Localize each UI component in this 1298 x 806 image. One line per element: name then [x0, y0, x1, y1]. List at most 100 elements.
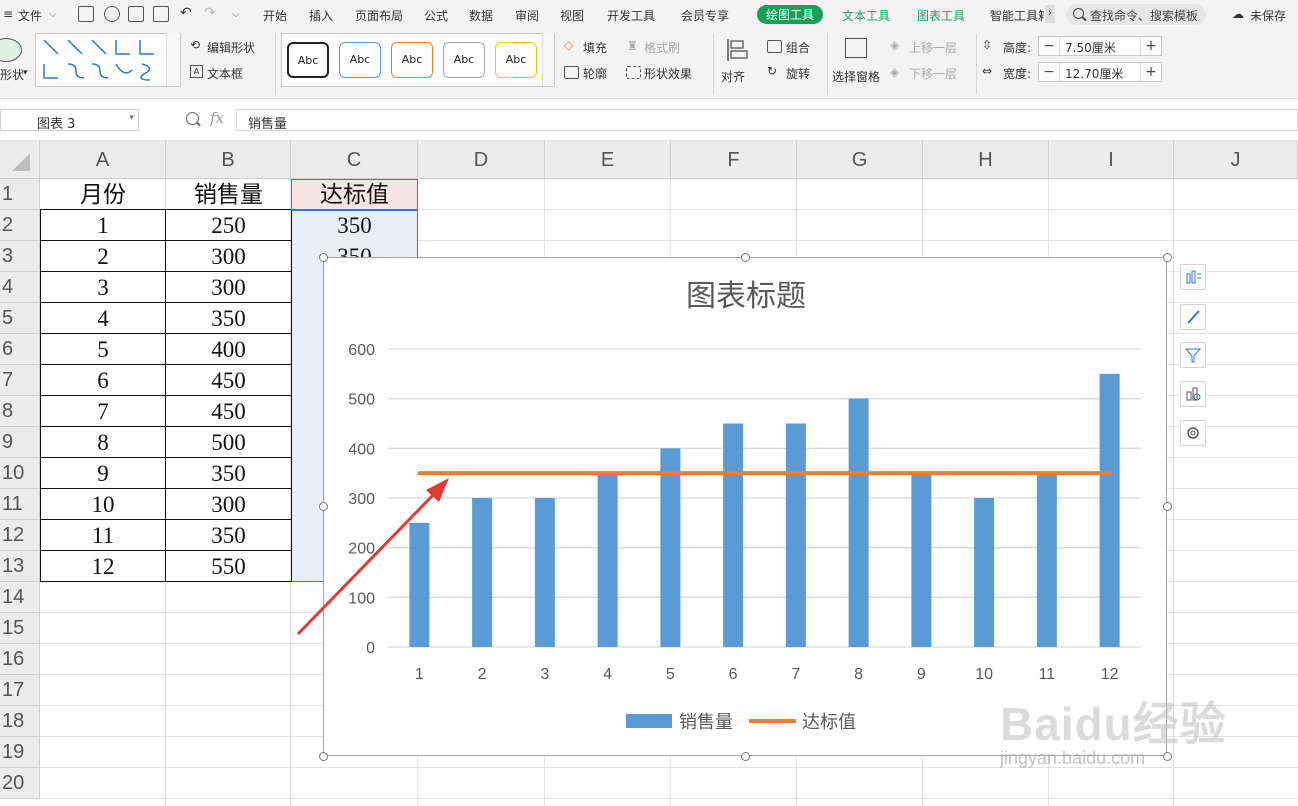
chart-elements-button[interactable]	[1180, 264, 1206, 290]
column-header-F[interactable]: F	[671, 141, 797, 179]
cell[interactable]: 250	[166, 210, 291, 241]
cell[interactable]: 300	[166, 272, 291, 303]
column-header-J[interactable]: J	[1174, 141, 1298, 179]
row-header-20[interactable]: 20	[0, 768, 40, 799]
column-header-I[interactable]: I	[1049, 141, 1174, 179]
rotate-icon[interactable]: ↻	[767, 64, 777, 78]
bar-5[interactable]	[660, 448, 681, 647]
column-header-D[interactable]: D	[418, 141, 545, 179]
cell[interactable]: 2	[40, 241, 166, 272]
cell[interactable]: 450	[166, 396, 291, 427]
cell[interactable]: 350	[166, 520, 291, 551]
name-box[interactable]: 图表 3 ▾	[0, 109, 139, 132]
tab-page-layout[interactable]: 页面布局	[355, 7, 403, 24]
chart-title[interactable]: 图表标题	[686, 279, 806, 314]
bar-10[interactable]	[974, 498, 995, 647]
bar-8[interactable]	[848, 398, 869, 647]
print-preview-icon[interactable]	[153, 6, 169, 22]
row-header-1[interactable]: 1	[0, 179, 40, 210]
row-header-7[interactable]: 7	[0, 365, 40, 396]
selection-pane-icon[interactable]	[845, 38, 867, 58]
column-header-G[interactable]: G	[797, 141, 923, 179]
tab-smart-tools[interactable]: 智能工具箱	[990, 7, 1044, 24]
shape-button-label[interactable]: 形状	[0, 66, 24, 83]
fill-icon[interactable]: ◇	[564, 38, 573, 52]
zoom-icon[interactable]	[186, 112, 199, 125]
column-header-H[interactable]: H	[923, 141, 1049, 179]
command-search[interactable]: 查找命令、搜索模板	[1066, 4, 1206, 25]
group-button[interactable]: 组合	[786, 39, 810, 56]
bar-11[interactable]	[1036, 473, 1057, 647]
cell[interactable]: 450	[166, 365, 291, 396]
combo-chart[interactable]: 图表标题01002003004005006001 2 3 4 5 6 7 8 9 10 11 12销售…	[324, 258, 1168, 757]
bar-6[interactable]	[723, 423, 744, 648]
resize-handle[interactable]	[740, 252, 750, 262]
row-header-17[interactable]: 17	[0, 675, 40, 706]
row-header-6[interactable]: 6	[0, 334, 40, 365]
decrement-icon[interactable]: −	[1039, 37, 1060, 55]
select-all-corner[interactable]	[0, 141, 40, 179]
cell[interactable]: 3	[40, 272, 166, 303]
chart-object[interactable]: 图表标题 0 100 200 300 400 500 600 1 2 3 4 5 6 7 8 9 10 11 12 销售…	[323, 257, 1167, 756]
resize-handle[interactable]	[318, 252, 328, 262]
cell[interactable]: 9	[40, 458, 166, 489]
group-icon[interactable]	[767, 40, 782, 53]
hamburger-icon[interactable]: ≡	[3, 7, 13, 21]
bar-1[interactable]	[409, 522, 430, 647]
outline-icon[interactable]	[564, 66, 579, 79]
align-button[interactable]: 对齐	[721, 68, 745, 85]
style-preset-5[interactable]: Abc	[495, 42, 537, 78]
cell[interactable]: 10	[40, 489, 166, 520]
tab-formula[interactable]: 公式	[424, 7, 448, 24]
tab-text-tools[interactable]: 文本工具	[842, 7, 890, 24]
row-header-8[interactable]: 8	[0, 396, 40, 427]
row-header-18[interactable]: 18	[0, 706, 40, 737]
cell[interactable]: 550	[166, 551, 291, 582]
resize-handle[interactable]	[740, 751, 750, 761]
save-icon[interactable]	[78, 6, 94, 22]
tab-developer[interactable]: 开发工具	[607, 7, 655, 24]
cell[interactable]: 8	[40, 427, 166, 458]
edit-shape-button[interactable]: 编辑形状	[207, 39, 255, 56]
chart-settings-button[interactable]	[1180, 420, 1206, 446]
row-header-5[interactable]: 5	[0, 303, 40, 334]
gallery-scroll[interactable]	[166, 33, 179, 85]
style-preset-1[interactable]: Abc	[287, 42, 329, 78]
row-header-11[interactable]: 11	[0, 489, 40, 520]
bar-4[interactable]	[597, 473, 618, 647]
cell[interactable]: 1	[40, 210, 166, 241]
bar-7[interactable]	[785, 423, 806, 648]
increment-icon[interactable]: +	[1140, 37, 1161, 55]
cell[interactable]: 6	[40, 365, 166, 396]
style-gallery-scroll[interactable]	[542, 33, 554, 85]
export-icon[interactable]	[104, 6, 120, 22]
edit-shape-icon[interactable]: ⟲	[190, 38, 200, 52]
increment-icon[interactable]: +	[1140, 63, 1161, 81]
row-header-15[interactable]: 15	[0, 613, 40, 644]
column-header-E[interactable]: E	[545, 141, 671, 179]
chevron-down-icon[interactable]: ▾	[129, 113, 134, 123]
chart-filter-button[interactable]	[1180, 342, 1206, 368]
chevron-down-icon[interactable]: ⌵	[49, 9, 57, 20]
shape-icon[interactable]	[0, 38, 22, 62]
chevron-down-icon[interactable]: ▾	[23, 68, 28, 78]
column-header-B[interactable]: B	[166, 141, 291, 179]
fx-icon[interactable]: fx	[210, 109, 224, 127]
print-icon[interactable]	[128, 6, 144, 22]
height-input[interactable]: − 7.50厘米 +	[1038, 36, 1162, 56]
text-box-icon[interactable]: A	[190, 65, 203, 78]
bar-3[interactable]	[534, 498, 555, 647]
customize-icon[interactable]: ⌵	[232, 9, 240, 20]
tab-review[interactable]: 审阅	[515, 7, 539, 24]
file-menu[interactable]: 文件	[18, 7, 42, 24]
tab-data[interactable]: 数据	[469, 7, 493, 24]
outline-button[interactable]: 轮廓	[583, 65, 607, 82]
row-header-2[interactable]: 2	[0, 210, 40, 241]
width-input[interactable]: − 12.70厘米 +	[1038, 62, 1162, 82]
row-header-13[interactable]: 13	[0, 551, 40, 582]
chart-data-button[interactable]	[1180, 381, 1206, 407]
text-box-button[interactable]: 文本框	[207, 65, 243, 82]
cell[interactable]: 300	[166, 241, 291, 272]
formula-input[interactable]: 销售量	[236, 109, 1298, 132]
style-preset-4[interactable]: Abc	[443, 42, 485, 78]
